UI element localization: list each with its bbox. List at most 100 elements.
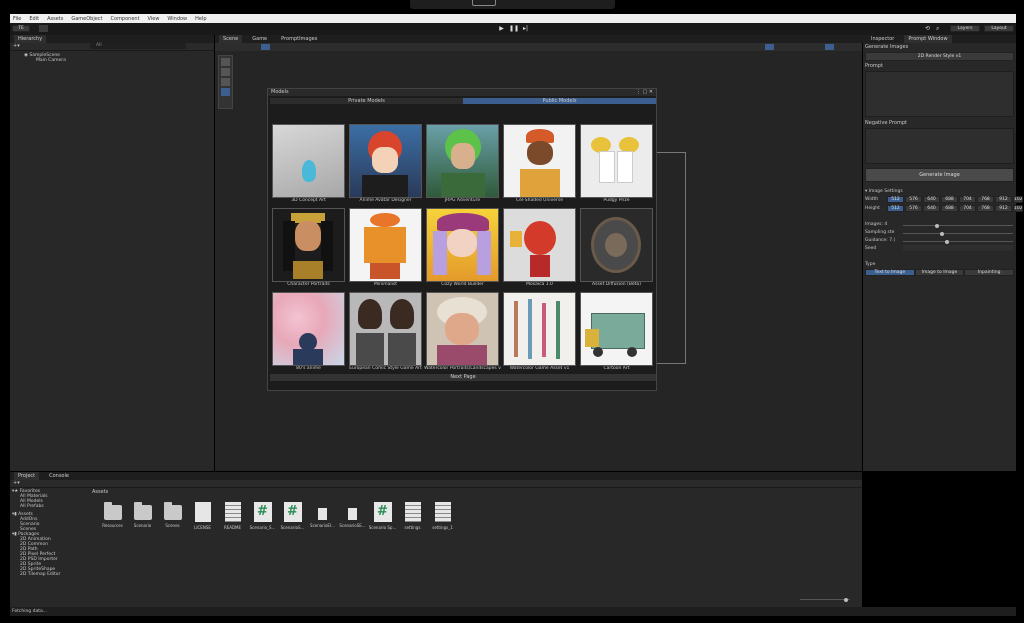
add-icon[interactable]: +▾ bbox=[13, 43, 20, 49]
sampling-steps-slider-handle[interactable] bbox=[940, 231, 945, 236]
height-option[interactable]: 688 bbox=[941, 205, 958, 212]
negative-prompt-input[interactable] bbox=[865, 128, 1014, 164]
asset-item[interactable]: Scenario bbox=[128, 502, 157, 530]
model-card[interactable]: Watercolor Portraits/Landscapes v bbox=[424, 292, 501, 376]
images-slider[interactable] bbox=[903, 223, 1013, 228]
layout-dropdown[interactable]: Layout bbox=[984, 25, 1014, 32]
move-tool-icon[interactable] bbox=[221, 68, 230, 76]
model-card[interactable]: Mosaica 1.0 bbox=[501, 208, 578, 292]
height-option[interactable]: 512 bbox=[887, 205, 904, 212]
close-icon[interactable]: ⋮ ▢ ✕ bbox=[636, 89, 653, 96]
hand-tool-icon[interactable] bbox=[221, 58, 230, 66]
model-card[interactable]: Cozy World Builder bbox=[424, 208, 501, 292]
model-card[interactable]: Asset Diffusion (Beta) bbox=[578, 208, 655, 292]
type-option-image-to-image[interactable]: Image to Image bbox=[914, 269, 965, 276]
model-card[interactable]: Pudgy Prize bbox=[578, 124, 655, 208]
tab-public-models[interactable]: Public Models bbox=[463, 98, 656, 104]
model-card[interactable]: Character Portraits bbox=[270, 208, 347, 292]
model-card[interactable]: 3D Concept Art bbox=[270, 124, 347, 208]
scene-tool-move-icon[interactable] bbox=[261, 44, 270, 50]
icon-size-slider-handle[interactable] bbox=[844, 597, 848, 602]
search-icon[interactable]: ⌕ bbox=[936, 25, 945, 32]
sampling-steps-slider[interactable] bbox=[903, 231, 1013, 236]
prompt-input[interactable] bbox=[865, 71, 1014, 117]
images-slider-handle[interactable] bbox=[934, 223, 939, 228]
tab-prompt-images[interactable]: PromptImages bbox=[277, 35, 321, 43]
model-card[interactable]: Anime Avatar Designer bbox=[347, 124, 424, 208]
model-card[interactable]: Cartoon Art bbox=[578, 292, 655, 376]
asset-item[interactable]: # Scenario Sp... bbox=[368, 502, 397, 530]
menu-help[interactable]: Help bbox=[195, 16, 206, 22]
asset-item[interactable]: settings bbox=[398, 502, 427, 530]
menu-window[interactable]: Window bbox=[167, 16, 187, 22]
height-option[interactable]: 768 bbox=[977, 205, 994, 212]
account-button[interactable]: TE bbox=[12, 25, 30, 32]
asset-item[interactable]: settings_1 bbox=[428, 502, 457, 530]
step-icon[interactable]: ▸| bbox=[521, 25, 530, 32]
hierarchy-search-input[interactable]: All bbox=[90, 43, 186, 49]
model-card[interactable]: Watercolor Game Asset v1 bbox=[501, 292, 578, 376]
height-option[interactable]: 576 bbox=[905, 205, 922, 212]
tab-hierarchy[interactable]: Hierarchy bbox=[14, 35, 47, 43]
type-option-text-to-image[interactable]: Text to Image bbox=[865, 269, 915, 276]
play-icon[interactable]: ▶ bbox=[497, 25, 506, 32]
tab-console[interactable]: Console bbox=[45, 472, 73, 480]
asset-item[interactable]: Resources bbox=[98, 502, 127, 530]
asset-item[interactable]: ScenarioEI... bbox=[308, 502, 337, 530]
generate-image-button[interactable]: Generate Image bbox=[865, 168, 1014, 182]
2d-toggle-icon[interactable] bbox=[765, 44, 774, 50]
gizmo-icon[interactable] bbox=[825, 44, 834, 50]
height-option[interactable]: 704 bbox=[959, 205, 976, 212]
package-item[interactable]: 2D Tilemap Editor bbox=[12, 572, 88, 577]
model-card[interactable]: JRPG Adventure bbox=[424, 124, 501, 208]
asset-item[interactable]: # Scenario_S... bbox=[248, 502, 277, 530]
asset-item[interactable]: LICENSE bbox=[188, 502, 217, 530]
asset-item[interactable]: ScenarioSE... bbox=[338, 502, 367, 530]
type-option-inpainting[interactable]: Inpainting bbox=[964, 269, 1015, 276]
model-card[interactable]: 80's anime bbox=[270, 292, 347, 376]
guidance-slider-handle[interactable] bbox=[945, 239, 950, 244]
guidance-slider[interactable] bbox=[903, 239, 1013, 244]
tab-inspector[interactable]: Inspector bbox=[867, 35, 898, 43]
tab-scene[interactable]: Scene bbox=[219, 35, 243, 43]
image-settings-foldout[interactable]: ▾ Image Settings bbox=[865, 189, 903, 194]
asset-item[interactable]: Scenes bbox=[158, 502, 187, 530]
tab-private-models[interactable]: Private Models bbox=[270, 98, 463, 104]
seed-input[interactable] bbox=[903, 245, 1013, 251]
tab-project[interactable]: Project bbox=[14, 472, 40, 480]
icon-size-slider[interactable] bbox=[800, 597, 850, 602]
height-option[interactable]: 1024 bbox=[1013, 205, 1023, 212]
height-option[interactable]: 640 bbox=[923, 205, 940, 212]
width-option[interactable]: 688 bbox=[941, 196, 958, 203]
width-option[interactable]: 704 bbox=[959, 196, 976, 203]
menu-gameobject[interactable]: GameObject bbox=[71, 16, 102, 22]
model-card[interactable]: Cel-Shaded Universe bbox=[501, 124, 578, 208]
menu-edit[interactable]: Edit bbox=[29, 16, 39, 22]
asset-item[interactable]: README bbox=[218, 502, 247, 530]
tab-prompt-window[interactable]: Prompt Window bbox=[904, 35, 952, 43]
width-option[interactable]: 512 bbox=[887, 196, 904, 203]
rotate-tool-icon[interactable] bbox=[221, 78, 230, 86]
model-card[interactable]: European Comic Style Game Art bbox=[347, 292, 424, 376]
asset-item[interactable]: # ScenarioS... bbox=[278, 502, 307, 530]
tab-game[interactable]: Game bbox=[248, 35, 271, 43]
assets-breadcrumb[interactable]: Assets bbox=[92, 489, 108, 495]
layers-dropdown[interactable]: Layers bbox=[950, 25, 980, 32]
menu-assets[interactable]: Assets bbox=[47, 16, 63, 22]
width-option[interactable]: 576 bbox=[905, 196, 922, 203]
history-icon[interactable]: ⟲ bbox=[925, 25, 934, 32]
cloud-icon[interactable] bbox=[39, 25, 48, 32]
model-select-button[interactable]: 2D Render Style v1 bbox=[865, 52, 1014, 61]
rect-tool-icon[interactable] bbox=[221, 88, 230, 96]
create-icon[interactable]: +▾ bbox=[13, 480, 20, 486]
width-option[interactable]: 640 bbox=[923, 196, 940, 203]
height-option[interactable]: 912 bbox=[995, 205, 1012, 212]
next-page-button[interactable]: Next Page bbox=[270, 374, 656, 381]
menu-file[interactable]: File bbox=[13, 16, 21, 22]
hierarchy-item-main-camera[interactable]: Main Camera bbox=[24, 58, 214, 63]
model-card[interactable]: Minimalist bbox=[347, 208, 424, 292]
width-option[interactable]: 1024 bbox=[1013, 196, 1023, 203]
menu-view[interactable]: View bbox=[148, 16, 160, 22]
width-option[interactable]: 912 bbox=[995, 196, 1012, 203]
menu-component[interactable]: Component bbox=[111, 16, 140, 22]
